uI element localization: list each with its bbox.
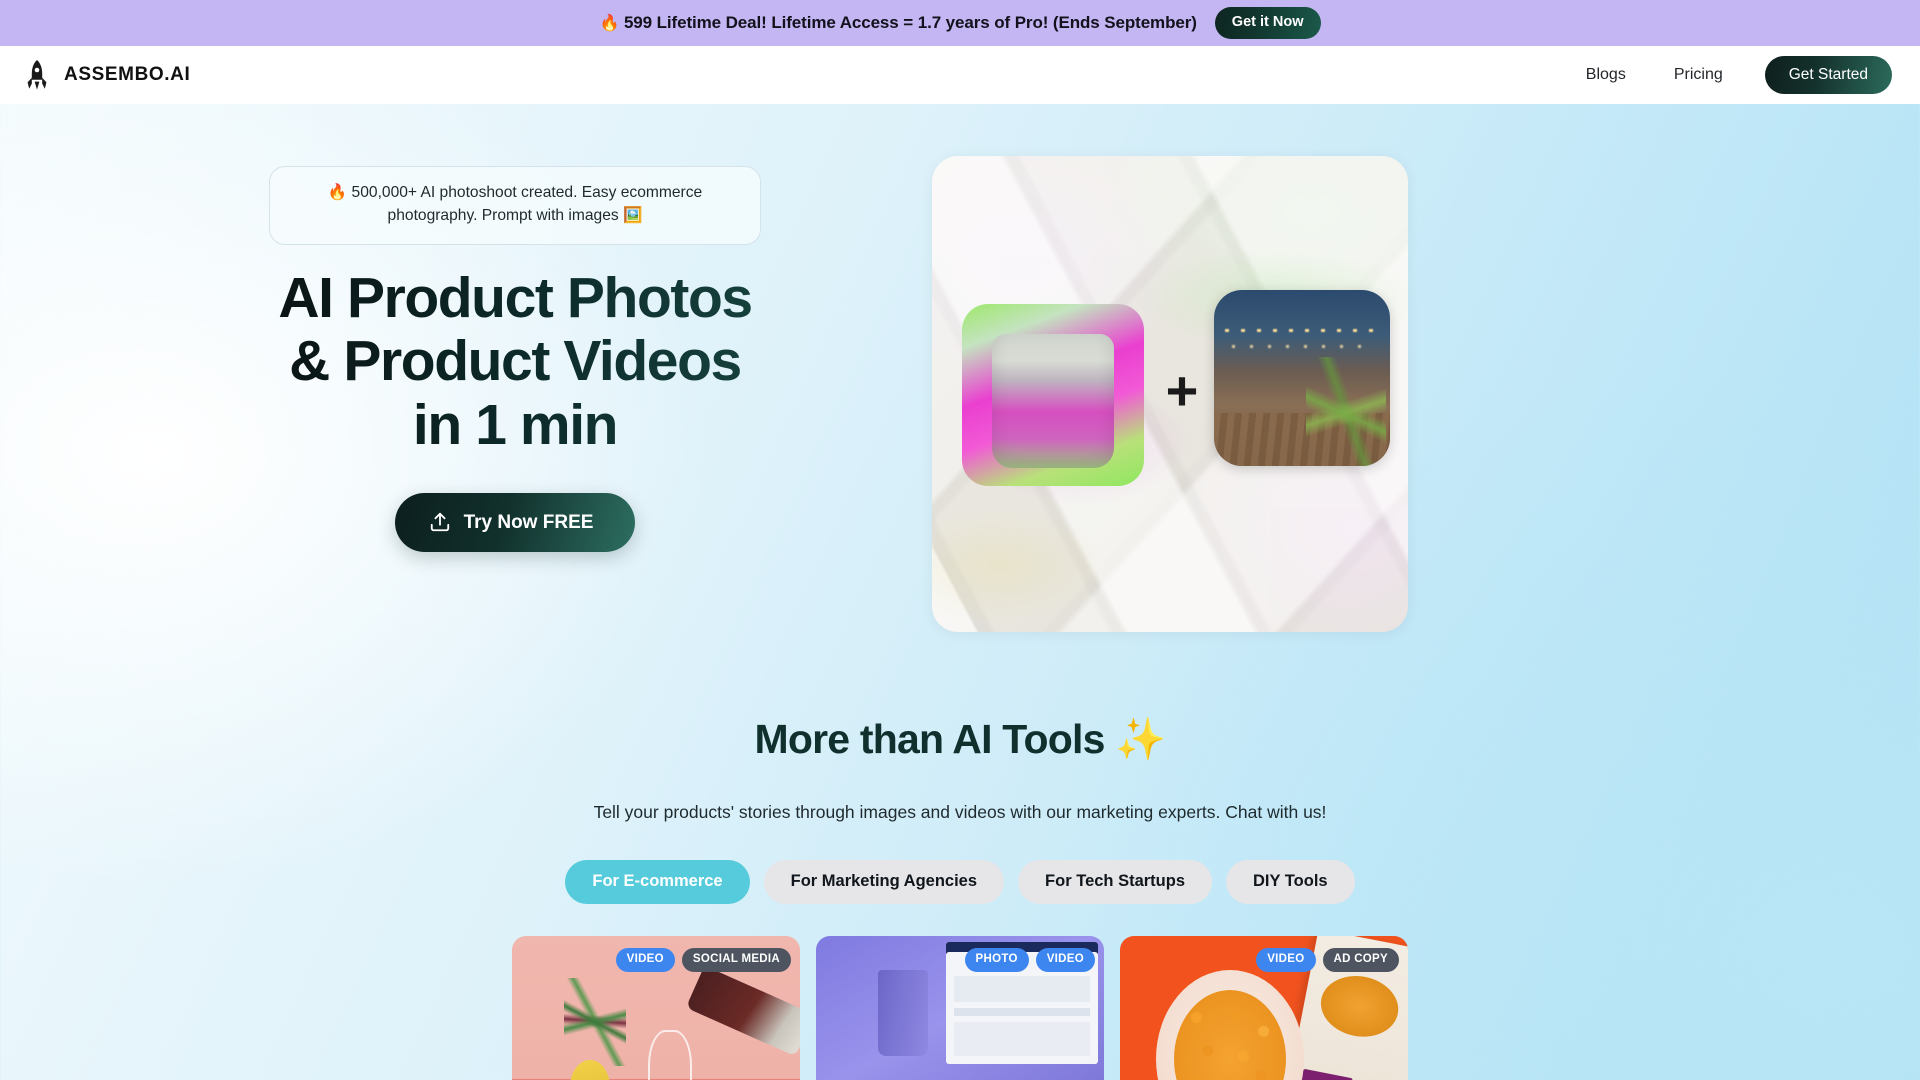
- badge-photo: PHOTO: [964, 947, 1029, 972]
- promo-message: 599 Lifetime Deal! Lifetime Access = 1.7…: [623, 13, 1197, 32]
- cereal-box-bowl-art: [1315, 968, 1404, 1043]
- showcase-card-pink-wine[interactable]: VIDEO SOCIAL MEDIA: [512, 935, 800, 1080]
- brand-logo[interactable]: ASSEMBO.AI: [26, 60, 190, 90]
- plant-leaves: [564, 977, 626, 1066]
- try-now-free-label: Try Now FREE: [463, 511, 594, 533]
- showcase-cards: VIDEO SOCIAL MEDIA PHOTO VIDEO VIDEO AD …: [0, 935, 1920, 1080]
- get-started-button[interactable]: Get Started: [1764, 55, 1892, 95]
- rocket-icon: [26, 60, 48, 90]
- wine-bottle: [685, 965, 800, 1056]
- palm-plant: [1305, 356, 1387, 466]
- badge-video: VIDEO: [1035, 947, 1095, 972]
- badge-video: VIDEO: [1256, 947, 1316, 972]
- nav-link-blogs[interactable]: Blogs: [1562, 58, 1650, 92]
- get-it-now-button[interactable]: Get it Now: [1214, 7, 1321, 39]
- badge-ad-copy: AD COPY: [1322, 947, 1399, 972]
- fire-icon: 🔥: [599, 15, 620, 32]
- pen-cup: [878, 969, 928, 1056]
- tab-diy-tools[interactable]: DIY Tools: [1226, 860, 1355, 904]
- audience-tabs: For E-commerce For Marketing Agencies Fo…: [0, 860, 1920, 904]
- promo-banner: 🔥 599 Lifetime Deal! Lifetime Access = 1…: [0, 0, 1920, 46]
- tab-for-tech-startups[interactable]: For Tech Startups: [1018, 860, 1213, 904]
- title-line-1: AI Product Photos: [278, 266, 752, 331]
- try-now-free-button[interactable]: Try Now FREE: [394, 493, 636, 553]
- tools-section: More than AI Tools ✨ Tell your products'…: [0, 716, 1920, 1080]
- title-line-2: & Product Videos: [289, 329, 741, 394]
- card-badges: VIDEO SOCIAL MEDIA: [615, 947, 791, 972]
- nav-link-pricing[interactable]: Pricing: [1650, 58, 1747, 92]
- promo-text: 🔥 599 Lifetime Deal! Lifetime Access = 1…: [599, 13, 1196, 33]
- tab-for-ecommerce[interactable]: For E-commerce: [565, 860, 750, 904]
- site-header: ASSEMBO.AI Blogs Pricing Get Started: [0, 46, 1920, 104]
- cereal-box-label-tag: [1298, 1068, 1353, 1080]
- hero-section: 🔥 500,000+ AI photoshoot created. Easy e…: [0, 104, 1920, 632]
- showcase-card-orange-cereal[interactable]: VIDEO AD COPY: [1120, 935, 1408, 1080]
- title-line-3: in 1 min: [412, 392, 618, 457]
- tab-for-marketing-agencies[interactable]: For Marketing Agencies: [763, 860, 1005, 904]
- screen-content-rows: [954, 975, 1090, 1056]
- tools-title: More than AI Tools ✨: [754, 716, 1167, 762]
- card-badges: PHOTO VIDEO: [964, 947, 1095, 972]
- upload-icon: [429, 511, 451, 533]
- badge-social-media: SOCIAL MEDIA: [681, 947, 791, 972]
- showcase-card-purple-desk[interactable]: PHOTO VIDEO: [816, 935, 1104, 1080]
- brand-name: ASSEMBO.AI: [64, 64, 191, 85]
- badge-video: VIDEO: [615, 947, 675, 972]
- plus-symbol: +: [1165, 359, 1199, 422]
- scene-image-thumbnail: [1214, 290, 1390, 466]
- page-title: AI Product Photos & Product Videos in 1 …: [278, 267, 751, 457]
- product-image-thumbnail: [962, 304, 1144, 486]
- main-nav: Blogs Pricing Get Started: [1562, 55, 1892, 95]
- string-lights-row-1: [1224, 328, 1380, 332]
- hero-badge: 🔥 500,000+ AI photoshoot created. Easy e…: [269, 166, 761, 246]
- tools-subtitle: Tell your products' stories through imag…: [593, 802, 1327, 822]
- string-lights-row-2: [1231, 344, 1373, 348]
- hero-copy: 🔥 500,000+ AI photoshoot created. Easy e…: [0, 156, 930, 553]
- hero-artwork: +: [932, 156, 1408, 632]
- wine-glass: [648, 1029, 692, 1080]
- card-badges: VIDEO AD COPY: [1256, 947, 1399, 972]
